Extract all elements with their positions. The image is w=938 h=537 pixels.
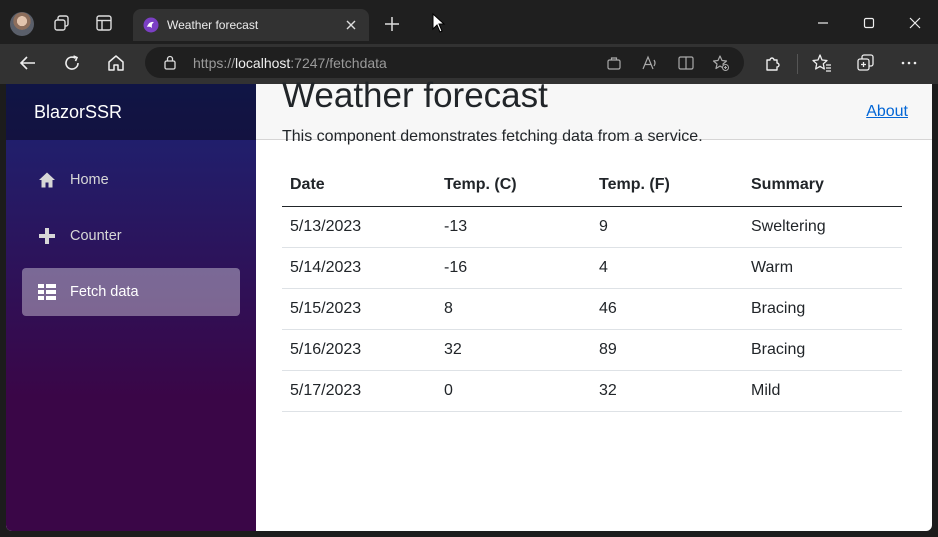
add-favorite-icon[interactable] bbox=[712, 54, 730, 72]
cell-temp-c: 32 bbox=[436, 329, 591, 371]
browser-tab-active[interactable]: Weather forecast bbox=[133, 9, 369, 41]
table-row: 5/15/2023 8 46 Bracing bbox=[282, 288, 902, 330]
column-header-date: Date bbox=[282, 164, 436, 207]
page-description: This component demonstrates fetching dat… bbox=[282, 128, 703, 145]
nav-item-label: Fetch data bbox=[70, 284, 139, 300]
maximize-icon[interactable] bbox=[858, 12, 880, 34]
nav-item-home[interactable]: Home bbox=[22, 156, 240, 204]
read-aloud-icon[interactable] bbox=[641, 54, 659, 72]
page-title: Weather forecast bbox=[282, 76, 548, 115]
cell-summary: Bracing bbox=[743, 329, 902, 371]
refresh-icon[interactable] bbox=[61, 52, 83, 74]
home-icon bbox=[38, 171, 56, 189]
app-available-icon[interactable] bbox=[605, 54, 623, 72]
plus-icon bbox=[38, 227, 56, 245]
more-options-icon[interactable] bbox=[898, 52, 920, 74]
tab-title: Weather forecast bbox=[167, 18, 259, 32]
blazor-favicon-icon bbox=[143, 17, 159, 33]
app-brand[interactable]: BlazorSSR bbox=[34, 102, 122, 123]
workspaces-icon[interactable] bbox=[53, 14, 71, 32]
collections-icon[interactable] bbox=[855, 52, 877, 74]
cell-temp-f: 9 bbox=[591, 206, 743, 248]
nav-item-counter[interactable]: Counter bbox=[22, 212, 240, 260]
cell-temp-c: 0 bbox=[436, 370, 591, 412]
nav-item-fetch-data[interactable]: Fetch data bbox=[22, 268, 240, 316]
minimize-icon[interactable] bbox=[812, 12, 834, 34]
column-header-summary: Summary bbox=[743, 164, 902, 207]
table-row: 5/16/2023 32 89 Bracing bbox=[282, 329, 902, 371]
browser-titlebar: Weather forecast bbox=[0, 0, 938, 44]
close-window-icon[interactable] bbox=[904, 12, 926, 34]
list-icon bbox=[38, 283, 56, 301]
cell-summary: Sweltering bbox=[743, 206, 902, 248]
forecast-table: Date Temp. (C) Temp. (F) Summary 5/13/20… bbox=[282, 164, 902, 412]
table-header-row: Date Temp. (C) Temp. (F) Summary bbox=[282, 164, 902, 207]
new-tab-icon[interactable] bbox=[382, 14, 402, 34]
back-arrow-icon[interactable] bbox=[17, 52, 39, 74]
lock-icon[interactable] bbox=[163, 55, 177, 70]
home-browser-icon[interactable] bbox=[105, 52, 127, 74]
about-link[interactable]: About bbox=[866, 103, 908, 121]
cell-date: 5/15/2023 bbox=[282, 288, 436, 330]
cell-temp-f: 4 bbox=[591, 247, 743, 289]
table-row: 5/17/2023 0 32 Mild bbox=[282, 370, 902, 412]
favorites-icon[interactable] bbox=[811, 52, 833, 74]
column-header-temp-f: Temp. (F) bbox=[591, 164, 743, 207]
cell-date: 5/13/2023 bbox=[282, 206, 436, 248]
address-bar[interactable]: https://localhost:7247/fetchdata bbox=[145, 47, 744, 78]
cell-temp-c: -16 bbox=[436, 247, 591, 289]
cell-temp-f: 46 bbox=[591, 288, 743, 330]
cell-date: 5/16/2023 bbox=[282, 329, 436, 371]
cell-summary: Mild bbox=[743, 370, 902, 412]
column-header-temp-c: Temp. (C) bbox=[436, 164, 591, 207]
url-text[interactable]: https://localhost:7247/fetchdata bbox=[193, 55, 387, 71]
cell-temp-f: 32 bbox=[591, 370, 743, 412]
cell-summary: Bracing bbox=[743, 288, 902, 330]
profile-avatar[interactable] bbox=[10, 12, 34, 36]
table-row: 5/13/2023 -13 9 Sweltering bbox=[282, 206, 902, 248]
table-row: 5/14/2023 -16 4 Warm bbox=[282, 247, 902, 289]
nav-item-label: Home bbox=[70, 172, 109, 188]
cell-temp-c: 8 bbox=[436, 288, 591, 330]
mouse-cursor-icon bbox=[432, 12, 446, 33]
nav-item-label: Counter bbox=[70, 228, 122, 244]
cell-temp-c: -13 bbox=[436, 206, 591, 248]
extensions-icon[interactable] bbox=[762, 52, 784, 74]
cell-summary: Warm bbox=[743, 247, 902, 289]
close-tab-icon[interactable] bbox=[343, 17, 359, 33]
cell-temp-f: 89 bbox=[591, 329, 743, 371]
cell-date: 5/17/2023 bbox=[282, 370, 436, 412]
tab-actions-icon[interactable] bbox=[95, 14, 113, 32]
cell-date: 5/14/2023 bbox=[282, 247, 436, 289]
sidebar: BlazorSSR Home Counter Fetch data bbox=[6, 84, 256, 531]
toolbar-separator bbox=[797, 54, 798, 74]
brand-bar: BlazorSSR bbox=[6, 84, 256, 140]
split-screen-icon[interactable] bbox=[677, 54, 695, 72]
